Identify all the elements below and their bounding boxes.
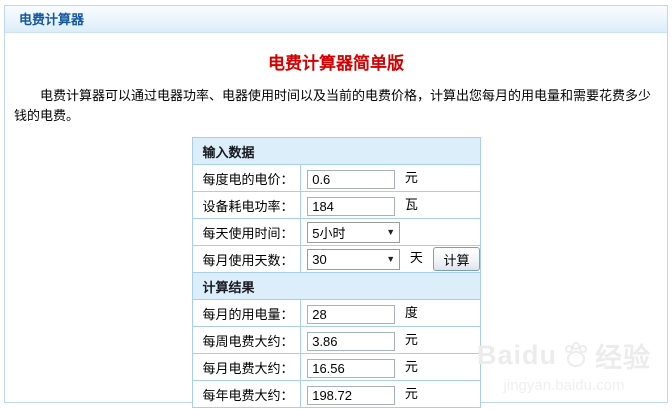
device-power-input[interactable] bbox=[307, 196, 396, 216]
field-label: 每度电的电价： bbox=[191, 164, 302, 192]
input-section-header-row: 输入数据 bbox=[191, 137, 481, 165]
chevron-down-icon: ▼ bbox=[386, 226, 396, 237]
selected-option: 30 bbox=[312, 251, 327, 267]
watermark-suffix: 经验 bbox=[595, 343, 651, 373]
row-weekly-cost: 每周电费大约： 元 bbox=[191, 326, 481, 354]
chevron-down-icon: ▼ bbox=[386, 253, 396, 264]
price-per-kwh-input[interactable] bbox=[307, 169, 396, 189]
row-monthly-usage-days: 每月使用天数： 30 ▼ 天 计算 bbox=[191, 245, 481, 273]
unit-label: 元 bbox=[404, 386, 418, 402]
paw-icon bbox=[565, 341, 587, 367]
unit-label: 元 bbox=[404, 170, 418, 186]
unit-label: 元 bbox=[404, 359, 418, 375]
field-label: 每月使用天数： bbox=[191, 245, 302, 273]
unit-label: 度 bbox=[404, 305, 418, 321]
field-label: 每月的用电量： bbox=[191, 299, 302, 327]
unit-label: 天 bbox=[409, 250, 423, 266]
yearly-cost-input[interactable] bbox=[307, 385, 396, 405]
calculator-panel: 电费计算器 电费计算器简单版 电费计算器可以通过电器功率、电器使用时间以及当前的… bbox=[4, 5, 668, 408]
unit-label: 瓦 bbox=[404, 197, 418, 213]
daily-usage-hours-select[interactable]: 5小时 ▼ bbox=[307, 221, 401, 243]
result-section-header: 计算结果 bbox=[191, 272, 481, 300]
row-daily-usage-hours: 每天使用时间： 5小时 ▼ bbox=[191, 218, 481, 246]
watermark-url: jingyan.baidu.com bbox=[503, 377, 625, 394]
field-label: 每天使用时间： bbox=[191, 218, 302, 246]
panel-titlebar: 电费计算器 bbox=[5, 6, 667, 33]
monthly-consumption-input[interactable] bbox=[307, 304, 396, 324]
weekly-cost-input[interactable] bbox=[307, 331, 396, 351]
row-price-per-kwh: 每度电的电价： 元 bbox=[191, 164, 481, 192]
row-monthly-consumption: 每月的用电量： 度 bbox=[191, 299, 481, 327]
unit-label: 元 bbox=[404, 332, 418, 348]
page-title: 电费计算器简单版 bbox=[268, 54, 404, 73]
panel-content: 电费计算器简单版 电费计算器可以通过电器功率、电器使用时间以及当前的电费价格，计… bbox=[5, 33, 667, 408]
field-label: 设备耗电功率： bbox=[191, 191, 302, 219]
field-label: 每周电费大约： bbox=[191, 326, 302, 354]
calculator-table: 输入数据 每度电的电价： 元 设备耗电功率： 瓦 每天使用时间： bbox=[191, 137, 481, 408]
selected-option: 5小时 bbox=[312, 225, 346, 241]
panel-title: 电费计算器 bbox=[19, 12, 85, 27]
row-yearly-cost: 每年电费大约： 元 bbox=[191, 380, 481, 408]
row-monthly-cost: 每月电费大约： 元 bbox=[191, 353, 481, 381]
calculate-button[interactable]: 计算 bbox=[433, 247, 480, 271]
monthly-usage-days-select[interactable]: 30 ▼ bbox=[307, 248, 401, 270]
row-device-power: 设备耗电功率： 瓦 bbox=[191, 191, 481, 219]
watermark-brand: Baidu bbox=[476, 340, 557, 370]
field-label: 每月电费大约： bbox=[191, 353, 302, 381]
field-label: 每年电费大约： bbox=[191, 380, 302, 408]
input-section-header: 输入数据 bbox=[191, 137, 481, 165]
result-section-header-row: 计算结果 bbox=[191, 272, 481, 300]
description-text: 电费计算器可以通过电器功率、电器使用时间以及当前的电费价格，计算出您每月的用电量… bbox=[14, 88, 652, 123]
baidu-jingyan-watermark: Baidu 经验 jingyan.baidu.com bbox=[477, 336, 651, 394]
monthly-cost-input[interactable] bbox=[307, 358, 396, 378]
